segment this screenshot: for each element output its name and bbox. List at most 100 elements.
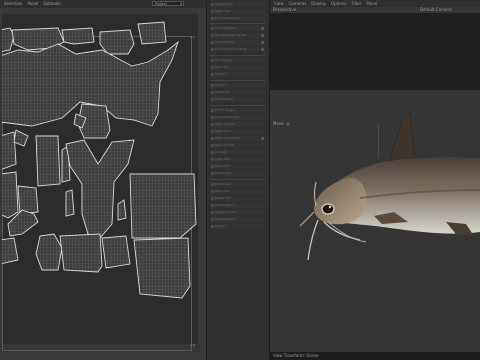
uv-menu-item[interactable]: Selection [4,1,22,7]
tool-icon [211,158,214,161]
tool-row[interactable]: UV Fit Height [210,108,265,113]
tool-icon [211,165,214,168]
tool-row[interactable]: Relax UV Islands [210,136,265,141]
uv-island [2,237,19,265]
tool-row[interactable]: Rotate UVs [210,171,265,176]
viewport-status-text: View Transform: Scene [273,353,319,358]
viewport-background-top [270,13,480,90]
tool-label: Relax UVs [215,9,231,13]
fish-model[interactable] [270,90,480,352]
tool-row[interactable]: Break UVs [210,196,265,201]
fish-barbel [327,221,367,243]
uv-island [65,139,135,239]
tool-row[interactable]: Distribute [210,182,265,187]
tool-row[interactable]: Pack UVs [210,65,265,70]
tool-icon [211,211,214,214]
uv-island [2,131,17,170]
viewport-statusbar: View Transform: Scene [270,352,480,360]
tool-row[interactable]: UV Straighten Partial [210,33,265,38]
uv-island [13,129,29,147]
fish-barbel [307,219,319,261]
uv-island [65,189,75,217]
uv-canvas[interactable]: 1.0 1.0 [2,14,198,351]
tool-label: Select Border [215,217,236,221]
uv-island [129,173,197,239]
tool-row[interactable]: UV Fit Width [210,97,265,102]
tool-row[interactable]: Scale UVs [210,157,265,162]
uv-editor-menubar: Selection Panel Subtools Project ▾ [0,0,206,8]
tool-row[interactable]: Select Seams [210,210,265,215]
tool-icon [211,116,214,119]
fish-barbel [299,211,315,227]
tool-row[interactable]: Weld UVs [210,189,265,194]
tool-icon [211,144,214,147]
tool-row[interactable]: Mirror V [210,83,265,88]
tool-row[interactable]: UV Unwrap [210,58,265,63]
tool-row[interactable]: Project [210,224,265,229]
3d-viewport[interactable]: View Cameras Display Options Filter Pane… [270,0,480,360]
tool-icon [211,98,214,101]
uv-island [99,29,135,55]
uv-channel-dropdown[interactable]: Project ▾ [152,1,184,6]
tool-row[interactable]: Unstack [210,150,265,155]
tool-row[interactable]: Pack Rectangular [210,16,265,21]
options-checkbox[interactable] [261,137,264,140]
tool-icon [211,84,214,87]
uv-island [59,233,103,273]
options-checkbox[interactable] [261,41,264,44]
tool-row[interactable]: Align Horizontal [210,115,265,120]
uv-island [17,185,39,215]
tool-label: Rotate UVs [215,171,232,175]
fish-eye-highlight [328,205,332,209]
tool-icon [211,130,214,133]
chevron-down-icon: ▾ [180,2,182,6]
tool-row[interactable]: Move UVs [210,164,265,169]
tool-icon [211,34,214,37]
viewport-menu-item[interactable]: Cameras [289,1,307,7]
tool-row[interactable]: Mirror U [210,72,265,77]
tool-icon [211,172,214,175]
tool-row[interactable]: Relax UVs [210,9,265,14]
tool-icon [211,3,214,6]
tool-label: Pack UVs [215,65,229,69]
tool-row[interactable]: Select Polys [210,2,265,7]
tool-icon [211,109,214,112]
uv-islands [2,21,197,299]
tool-label: Distribute [215,182,230,186]
tool-icon [211,204,214,207]
tool-icon [211,73,214,76]
tool-row[interactable]: Relax Grid [210,129,265,134]
options-checkbox[interactable] [261,48,264,51]
tool-row[interactable]: Select Border [210,217,265,222]
tool-label: UV Snapping [215,40,235,44]
tool-label: UV Fit Height [215,108,235,112]
tool-row[interactable]: UV Snapping [210,40,265,45]
tool-row[interactable]: Align Vertical [210,122,265,127]
options-checkbox[interactable] [261,34,264,37]
viewport-menu-item[interactable]: Display [311,1,326,7]
tool-label: Mirror V [215,83,227,87]
viewport-menu-item[interactable]: View [274,1,284,7]
viewport-menu-item[interactable]: Filter [351,1,361,7]
tool-row[interactable]: UV Snapping Overlap [210,47,265,52]
tool-row[interactable]: Rotate 90 [210,90,265,95]
tool-label: UV Straighten Partial [215,33,247,37]
tool-row[interactable]: UV Straighten [210,26,265,31]
viewport-menu-item[interactable]: Panel [366,1,377,7]
tool-icon [211,66,214,69]
tool-label: Rotate 90 [215,90,230,94]
tool-row[interactable]: Stack Similar [210,143,265,148]
tool-icon [211,197,214,200]
options-checkbox[interactable] [261,27,264,30]
uv-island [35,135,61,187]
tool-row[interactable]: Select Island [210,203,265,208]
uv-menu-item[interactable]: Panel [27,1,38,7]
uv-menu-item[interactable]: Subtools [43,1,60,7]
viewport-menubar: View Cameras Display Options Filter Pane… [270,0,480,7]
uv-island [2,171,19,219]
fish-head [314,178,367,225]
viewport-menu-item[interactable]: Options [331,1,346,7]
uv-island [133,237,191,299]
tool-icon [211,218,214,221]
tool-label: Move UVs [215,164,230,168]
